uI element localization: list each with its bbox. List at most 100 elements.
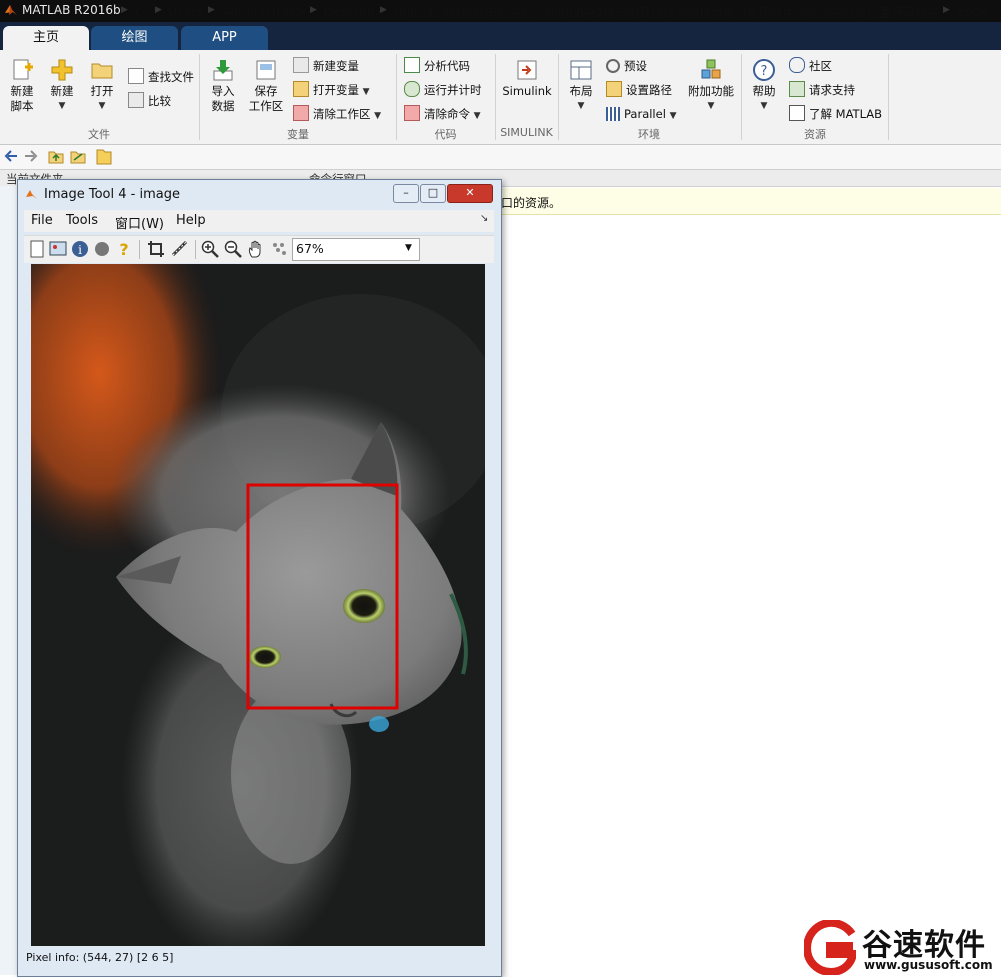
new-script-button[interactable]: 新建 脚本 <box>4 58 40 114</box>
matlab-logo-icon <box>26 190 37 199</box>
help-question-icon[interactable]: ? <box>114 239 134 259</box>
simulink-label: Simulink <box>502 84 552 98</box>
clear-workspace-button[interactable]: 清除工作区 ▼ <box>293 104 381 124</box>
analyze-code-label: 分析代码 <box>424 59 470 73</box>
close-button[interactable]: ✕ <box>447 184 493 203</box>
image-viewport[interactable] <box>31 264 485 946</box>
ribbon-tab-strip: 主页 绘图 APP <box>0 22 1001 50</box>
group-label-simulink: SIMULINK <box>500 126 553 139</box>
import-data-button[interactable]: 导入 数据 <box>204 58 242 114</box>
new-script-icon <box>13 59 33 80</box>
back-arrow-icon[interactable] <box>4 149 18 163</box>
gear-icon <box>606 59 620 73</box>
breadcrumb-item[interactable]: code <box>958 4 988 19</box>
chevron-down-icon: ▼ <box>58 101 66 111</box>
info-icon[interactable]: i <box>70 239 90 259</box>
request-support-label: 请求支持 <box>809 83 855 97</box>
learn-matlab-button[interactable]: 了解 MATLAB <box>789 104 882 124</box>
watermark: 谷速软件 www.gususoft.com <box>804 918 1001 975</box>
new-figure-icon[interactable] <box>27 239 47 259</box>
up-folder-icon[interactable] <box>48 148 64 164</box>
find-files-label: 查找文件 <box>148 70 194 84</box>
app-title: MATLAB R2016b <box>22 3 121 17</box>
learn-matlab-label: 了解 MATLAB <box>809 107 883 121</box>
find-files-icon <box>128 68 144 84</box>
save-workspace-button[interactable]: 保存 工作区 <box>246 58 286 114</box>
new-variable-button[interactable]: 新建变量 <box>293 56 359 76</box>
find-files-button[interactable]: 查找文件 <box>128 67 194 87</box>
tab-plots[interactable]: 绘图 <box>91 26 178 50</box>
clear-commands-label: 清除命令 <box>424 107 470 121</box>
minimize-button[interactable]: – <box>393 184 419 203</box>
run-and-time-button[interactable]: 运行并计时 <box>404 80 482 100</box>
breadcrumb-item[interactable]: Desktop <box>323 4 375 19</box>
contrast-icon[interactable] <box>92 239 112 259</box>
pan-hand-icon[interactable] <box>246 239 266 259</box>
set-path-button[interactable]: 设置路径 <box>606 80 672 100</box>
breadcrumb-item[interactable]: Users <box>168 4 203 19</box>
clear-workspace-label: 清除工作区 <box>313 107 371 121</box>
menu-file[interactable]: File <box>31 213 53 228</box>
crop-icon[interactable] <box>146 239 166 259</box>
tab-home[interactable]: 主页 <box>3 26 89 50</box>
zoom-level-select[interactable]: 67% ▼ <box>292 238 420 261</box>
chevron-down-icon: ▼ <box>669 111 677 121</box>
chevron-down-icon: ▼ <box>362 87 370 97</box>
breadcrumb-separator-icon: ▶ <box>121 5 128 15</box>
parallel-icon <box>606 107 620 121</box>
help-button[interactable]: ? 帮助 ▼ <box>747 58 781 114</box>
simulink-button[interactable]: Simulink <box>501 58 553 99</box>
breadcrumb-separator-icon: ▶ <box>943 5 950 15</box>
layout-icon <box>570 60 592 80</box>
run-and-time-label: 运行并计时 <box>424 83 482 97</box>
current-folder-icon <box>96 149 112 165</box>
clear-commands-button[interactable]: 清除命令 ▼ <box>404 104 481 124</box>
measure-distance-icon[interactable] <box>170 239 190 259</box>
new-script-label: 新建 脚本 <box>10 84 34 113</box>
address-bar <box>0 145 1001 170</box>
preferences-button[interactable]: 预设 <box>606 56 647 76</box>
breadcrumb-item[interactable]: matlab编程智能识别猫脸，利用LBP纹理识别及边缘识别技术可以在图片中识别出… <box>395 4 939 21</box>
addons-button[interactable]: 附加功能 ▼ <box>686 58 736 114</box>
menu-tools[interactable]: Tools <box>66 213 98 228</box>
breadcrumb-separator-icon: ▶ <box>155 5 162 15</box>
chevron-down-icon: ▼ <box>405 243 412 253</box>
new-variable-label: 新建变量 <box>313 59 359 73</box>
compare-button[interactable]: 比较 <box>128 91 171 111</box>
preferences-label: 预设 <box>624 59 647 73</box>
zoom-in-icon[interactable] <box>200 239 220 259</box>
chevron-down-icon: ▼ <box>707 101 715 111</box>
zoom-level-value: 67% <box>296 241 324 256</box>
open-button[interactable]: 打开 ▼ <box>86 58 118 114</box>
image-info-panel-icon[interactable] <box>48 239 68 259</box>
menu-help[interactable]: Help <box>176 213 206 228</box>
open-variable-button[interactable]: 打开变量 ▼ <box>293 80 370 100</box>
pixel-info-readout: Pixel info: (544, 27) [2 6 5] <box>26 951 174 964</box>
group-divider <box>888 54 889 140</box>
menu-window[interactable]: 窗口(W) <box>115 213 164 232</box>
support-icon <box>789 81 805 97</box>
forward-arrow-icon[interactable] <box>24 149 38 163</box>
layout-button[interactable]: 布局 ▼ <box>564 58 598 114</box>
breadcrumb-separator-icon: ▶ <box>380 5 387 15</box>
maximize-button[interactable]: □ <box>420 184 446 203</box>
new-button[interactable]: 新建 ▼ <box>46 58 78 114</box>
compare-label: 比较 <box>148 94 171 108</box>
dock-arrow-icon[interactable]: ↘ <box>480 213 488 224</box>
pixel-region-icon[interactable] <box>269 239 289 259</box>
analyze-code-button[interactable]: 分析代码 <box>404 56 470 76</box>
breadcrumb-item[interactable]: Administrator <box>222 4 307 19</box>
parallel-button[interactable]: Parallel ▼ <box>606 104 676 124</box>
browse-folder-icon[interactable] <box>70 148 86 164</box>
breadcrumb-item[interactable]: C: <box>135 4 148 19</box>
request-support-button[interactable]: 请求支持 <box>789 80 855 100</box>
zoom-out-icon[interactable] <box>223 239 243 259</box>
save-workspace-label: 保存 工作区 <box>248 84 284 113</box>
import-icon <box>213 60 233 81</box>
info-bar-text: 口的资源。 <box>501 196 562 210</box>
community-button[interactable]: 社区 <box>789 56 832 76</box>
tab-apps[interactable]: APP <box>181 26 268 50</box>
folder-icon <box>606 81 622 97</box>
matlab-logo-icon <box>5 5 17 15</box>
eraser-icon <box>404 105 420 121</box>
